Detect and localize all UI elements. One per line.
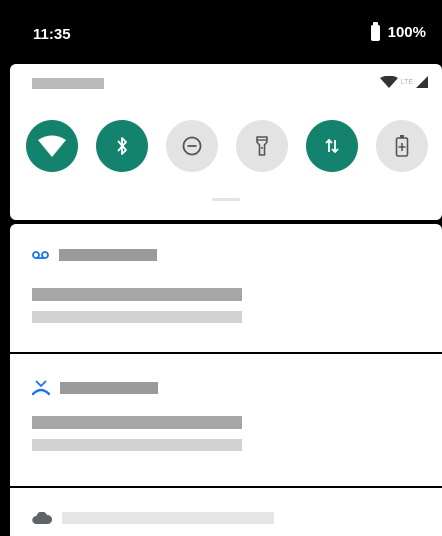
notification-missed-call[interactable] [10, 354, 442, 486]
notification-header [32, 512, 274, 524]
tile-do-not-disturb[interactable] [166, 120, 218, 172]
notification-header [32, 249, 157, 261]
quick-settings-panel: LTE [10, 64, 442, 220]
cloud-icon [32, 512, 52, 524]
notification-title-placeholder [32, 416, 242, 429]
notification-text-placeholder [32, 311, 242, 323]
qs-header-placeholder [32, 78, 104, 89]
notification-text-placeholder [32, 439, 242, 451]
notification-header [32, 380, 158, 396]
voicemail-icon [32, 251, 49, 259]
qs-expand-handle[interactable] [212, 198, 240, 201]
flashlight-icon [256, 136, 268, 156]
notification-app-name-placeholder [59, 249, 157, 261]
network-type-label: LTE [400, 78, 413, 86]
notification-voicemail[interactable] [10, 224, 442, 352]
notification-app-name-placeholder [62, 512, 274, 524]
do-not-disturb-icon [182, 136, 202, 156]
battery-percent: 100% [387, 24, 426, 41]
mobile-data-icon [325, 138, 339, 154]
clock: 11:35 [33, 26, 71, 43]
tile-bluetooth[interactable] [96, 120, 148, 172]
tile-mobile-data[interactable] [306, 120, 358, 172]
wifi-icon [379, 76, 398, 88]
tile-battery-saver[interactable] [376, 120, 428, 172]
tile-flashlight[interactable] [236, 120, 288, 172]
qs-signal-indicators: LTE [379, 76, 428, 88]
notification-cloud[interactable] [10, 488, 442, 536]
notification-app-name-placeholder [60, 382, 158, 394]
wifi-icon [38, 135, 66, 157]
status-bar: 11:35 100% [0, 0, 442, 64]
tile-wifi[interactable] [26, 120, 78, 172]
cell-signal-icon [416, 76, 428, 88]
battery-saver-icon [395, 135, 409, 157]
missed-call-icon [32, 380, 50, 396]
bluetooth-icon [117, 137, 127, 155]
notification-title-placeholder [32, 288, 242, 301]
status-right-group: 100% [370, 21, 426, 41]
battery-full-icon [370, 21, 380, 41]
